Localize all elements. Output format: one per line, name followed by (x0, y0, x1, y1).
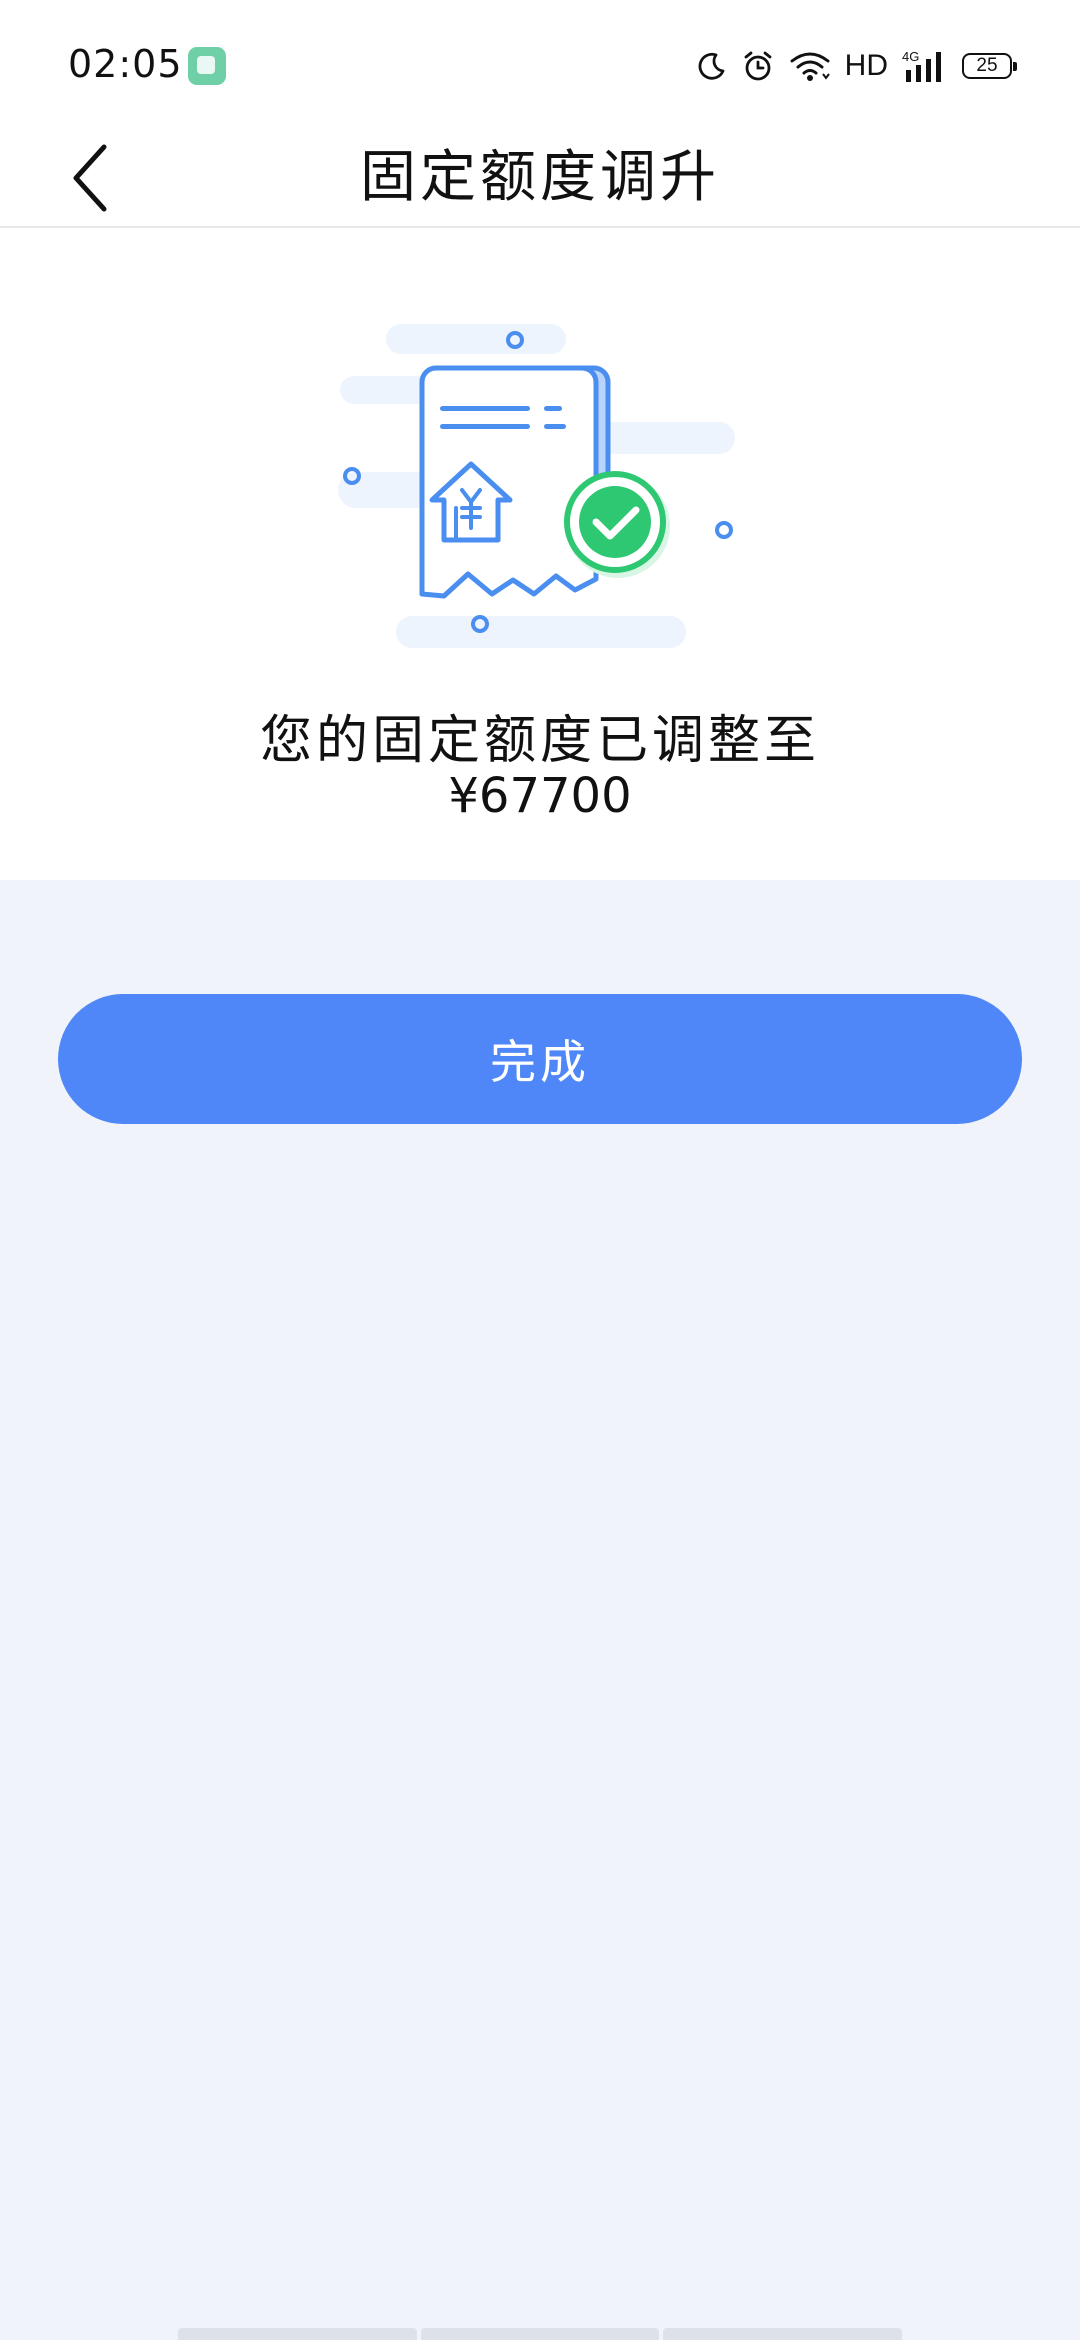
status-time: 02:05 (68, 42, 183, 86)
result-card: 您的固定额度已调整至 ¥67700 (0, 228, 1080, 880)
network-hd-label: HD (844, 49, 888, 82)
back-button[interactable] (50, 130, 130, 226)
nav-bar: 固定额度调升 (0, 130, 1080, 228)
page-title: 固定额度调升 (360, 145, 720, 210)
signal-4g-label: 4G (902, 49, 919, 64)
battery-level: 25 (976, 55, 998, 76)
result-message: 您的固定额度已调整至 (259, 711, 820, 771)
app-notification-icon (188, 47, 226, 85)
done-button[interactable]: 完成 (58, 994, 1022, 1124)
battery-icon: 25 (962, 53, 1017, 79)
alarm-icon (744, 51, 772, 81)
status-bar: 02:05 HD 4G 25 (0, 0, 1080, 130)
chevron-left-icon (73, 144, 107, 212)
signal-icon: 4G (902, 49, 941, 82)
home-indicator[interactable] (178, 2328, 903, 2340)
home-indicator-segment (663, 2328, 903, 2340)
result-amount: ¥67700 (448, 768, 632, 824)
home-indicator-segment (178, 2328, 417, 2340)
home-indicator-segment (420, 2328, 660, 2340)
moon-icon (698, 52, 725, 80)
status-icons: HD 4G 25 (697, 44, 1017, 88)
wifi-icon (790, 52, 830, 81)
receipt-with-check-icon (338, 324, 735, 648)
